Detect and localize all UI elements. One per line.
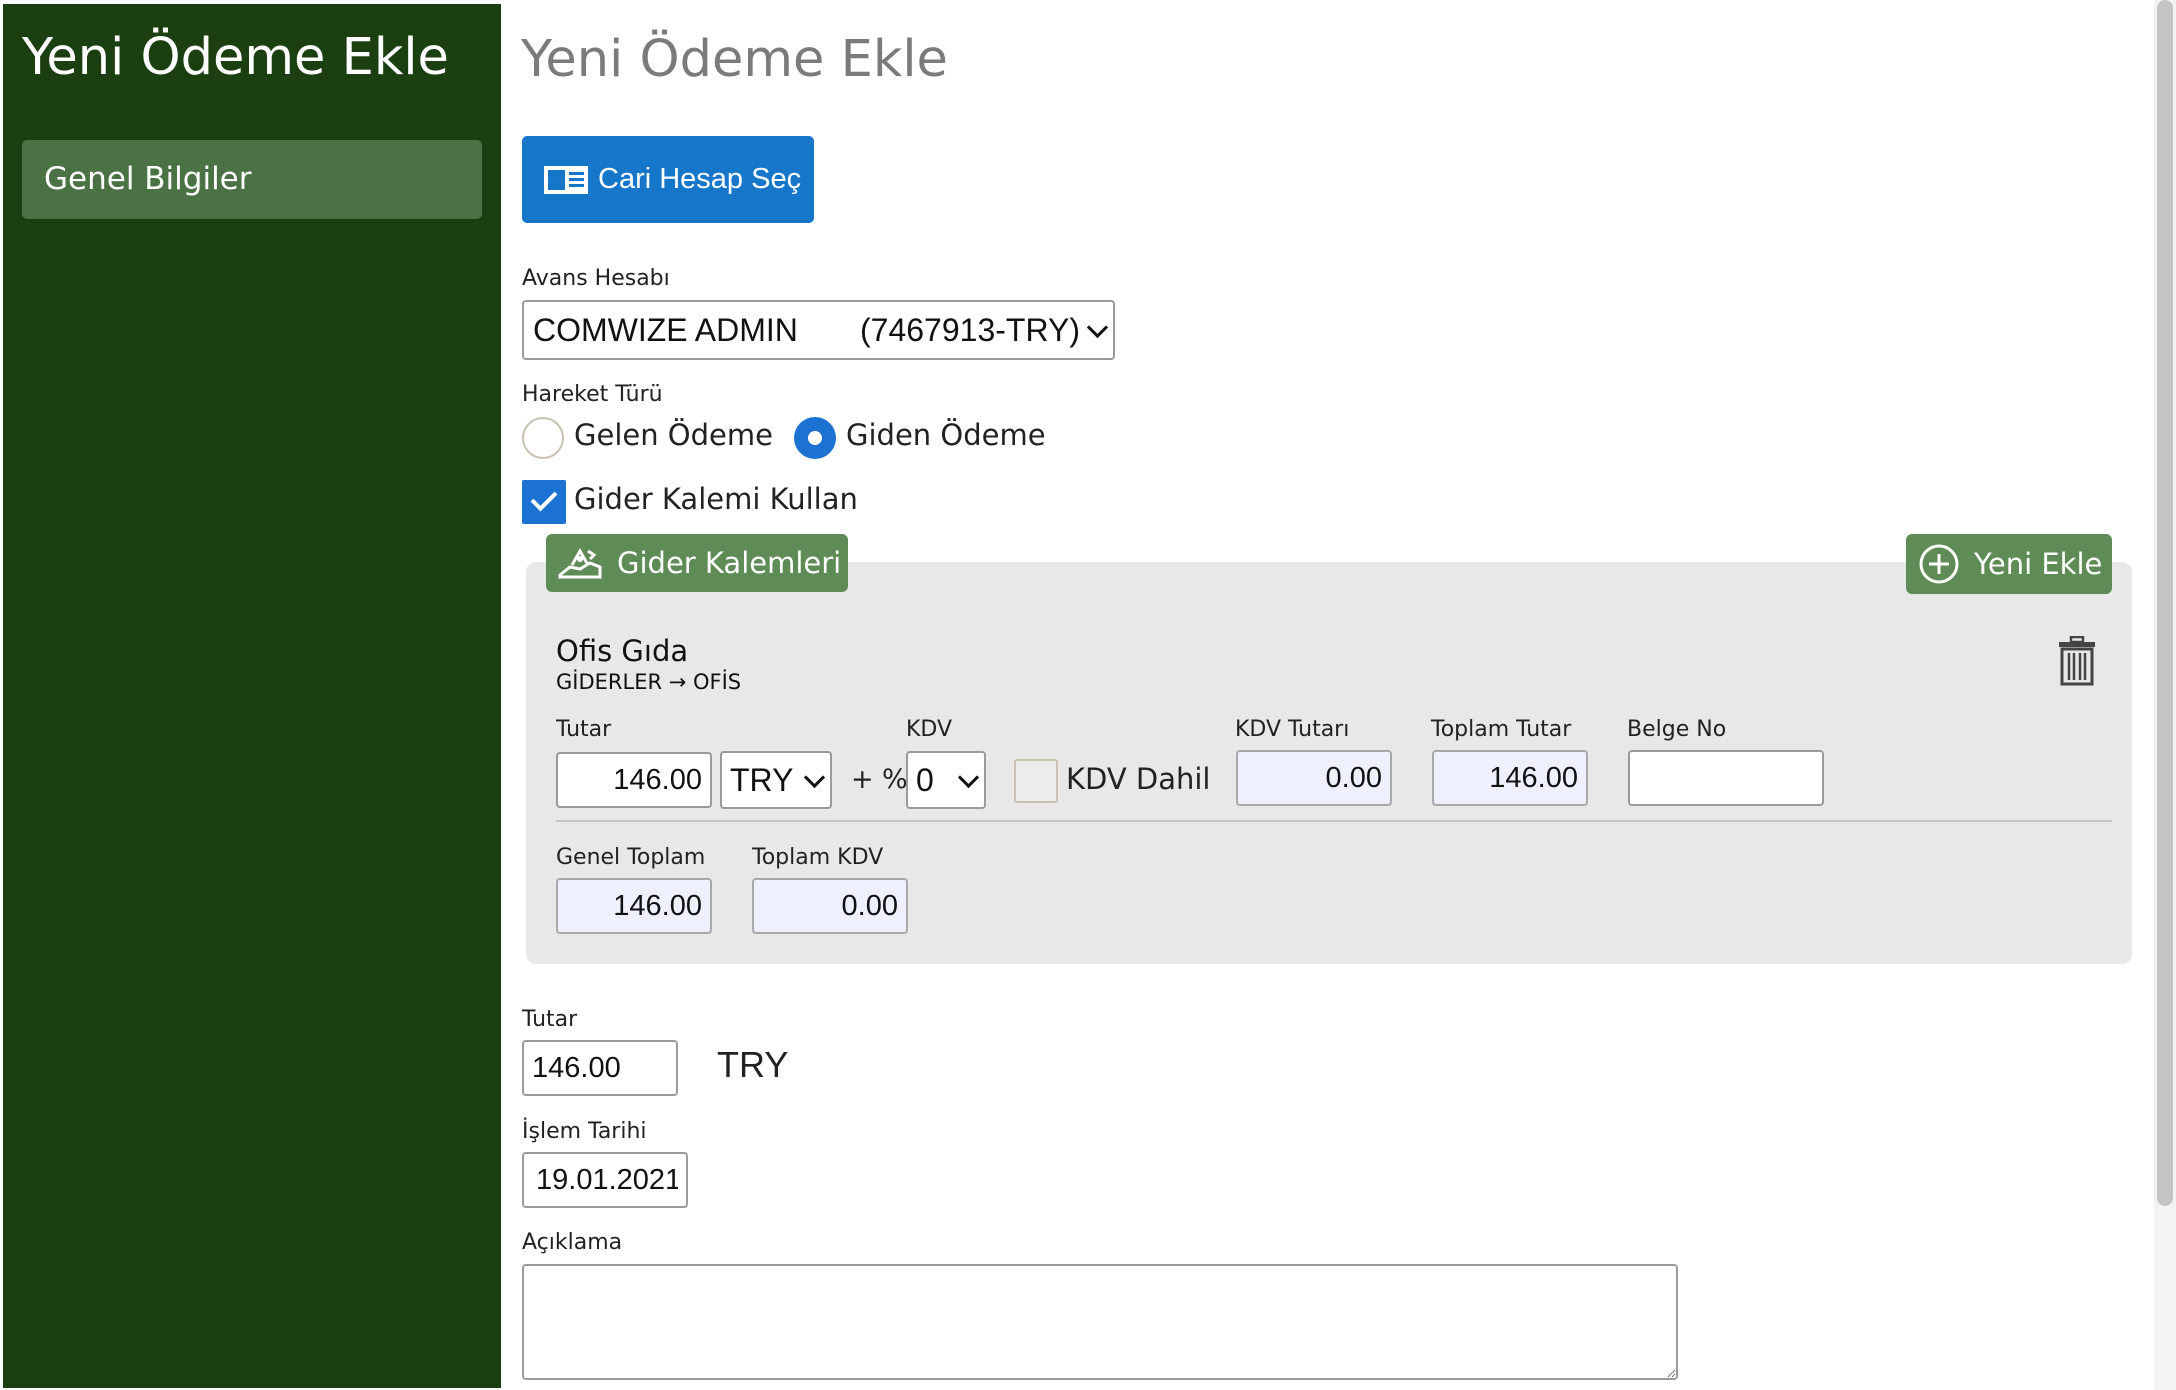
chevron-down-icon <box>803 766 826 789</box>
panel-divider <box>556 820 2112 822</box>
radio-giden-odeme[interactable] <box>794 417 836 459</box>
kdv-dahil-label: KDV Dahil <box>1066 762 1211 796</box>
aciklama-label: Açıklama <box>522 1230 623 1255</box>
sidebar-item-genel-bilgiler[interactable]: Genel Bilgiler <box>22 140 482 219</box>
hareket-turu-label: Hareket Türü <box>522 382 663 407</box>
yeni-ekle-button[interactable]: Yeni Ekle <box>1906 534 2112 594</box>
tutar-input[interactable] <box>522 1040 678 1096</box>
trash-icon[interactable] <box>2058 636 2096 686</box>
kdv-tutari-label: KDV Tutarı <box>1235 717 1350 742</box>
genel-toplam-label: Genel Toplam <box>556 845 706 870</box>
toplam-kdv-input <box>752 878 908 934</box>
toplam-tutar-label: Toplam Tutar <box>1431 717 1572 742</box>
tutar-currency: TRY <box>717 1044 789 1085</box>
radio-gelen-odeme[interactable] <box>522 417 564 459</box>
toplam-kdv-label: Toplam KDV <box>752 845 884 870</box>
kdv-dahil-checkbox[interactable] <box>1014 759 1058 803</box>
gider-kalemi-kullan-label: Gider Kalemi Kullan <box>574 482 858 516</box>
cari-hesap-sec-label: Cari Hesap Seç <box>598 163 802 195</box>
tutar-label: Tutar <box>522 1007 578 1032</box>
belge-no-label: Belge No <box>1627 717 1727 742</box>
item-currency-select[interactable]: TRY <box>720 751 832 809</box>
chevron-down-icon <box>1086 316 1109 339</box>
item-kdv-value: 0 <box>916 761 934 798</box>
cari-hesap-sec-button[interactable]: Cari Hesap Seç <box>522 136 814 223</box>
avans-account-name: COMWIZE ADMIN <box>533 311 798 348</box>
plus-circle-icon <box>1919 544 1959 584</box>
chevron-down-icon <box>957 766 980 789</box>
gider-kalemi-kullan-checkbox[interactable] <box>522 480 566 524</box>
yeni-ekle-label: Yeni Ekle <box>1974 547 2103 581</box>
percent-sign: % <box>882 764 908 795</box>
islem-tarihi-input[interactable] <box>522 1152 688 1208</box>
item-kdv-select[interactable]: 0 <box>906 751 986 809</box>
sidebar: Yeni Ödeme Ekle Genel Bilgiler <box>3 4 501 1388</box>
gider-item-title: Ofis Gıda <box>556 634 689 668</box>
giden-odeme-label: Giden Ödeme <box>846 418 1046 452</box>
item-kdv-label: KDV <box>906 717 953 742</box>
gider-kalemleri-tab: Gider Kalemleri <box>546 534 848 592</box>
item-tutar-input[interactable] <box>556 752 712 808</box>
gelen-odeme-label: Gelen Ödeme <box>574 418 773 452</box>
kdv-tutari-input <box>1236 750 1392 806</box>
item-tutar-label: Tutar <box>556 717 612 742</box>
page-title: Yeni Ödeme Ekle <box>521 30 948 89</box>
aciklama-textarea[interactable] <box>522 1264 1678 1380</box>
scrollbar-thumb[interactable] <box>2157 0 2173 1206</box>
hand-coins-icon <box>558 547 602 579</box>
avans-hesabi-label: Avans Hesabı <box>522 266 670 291</box>
sidebar-title: Yeni Ödeme Ekle <box>22 28 449 87</box>
belge-no-input[interactable] <box>1628 750 1824 806</box>
page-scrollbar[interactable] <box>2154 0 2176 1390</box>
avans-hesabi-select[interactable]: COMWIZE ADMIN (7467913-TRY) <box>522 300 1115 360</box>
plus-sign: + <box>851 764 874 795</box>
gider-item-path: GİDERLER → OFİS <box>556 670 742 694</box>
islem-tarihi-label: İşlem Tarihi <box>522 1119 647 1144</box>
item-currency-value: TRY <box>730 761 794 798</box>
toplam-tutar-input <box>1432 750 1588 806</box>
avans-account-code: (7467913-TRY) <box>860 311 1080 348</box>
address-card-icon <box>544 165 588 194</box>
genel-toplam-input <box>556 878 712 934</box>
gider-kalemleri-label: Gider Kalemleri <box>617 546 842 580</box>
